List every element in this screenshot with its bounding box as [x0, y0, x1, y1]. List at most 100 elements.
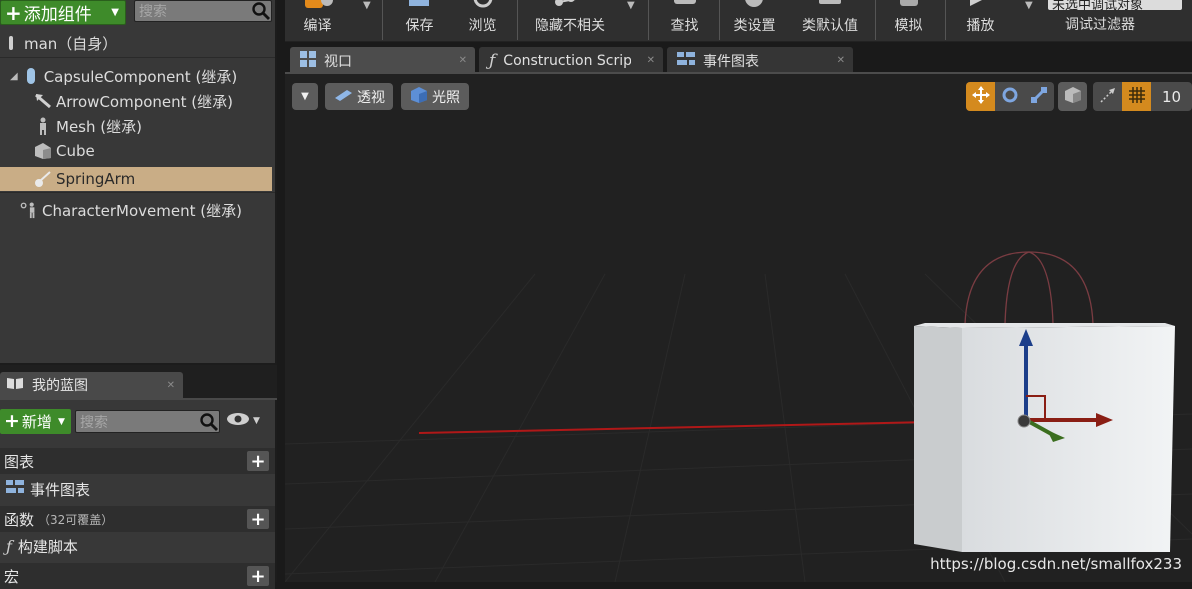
- close-icon[interactable]: ✕: [167, 380, 175, 391]
- tree-item-label: CapsuleComponent (继承): [43, 67, 238, 86]
- close-icon[interactable]: ✕: [647, 55, 655, 66]
- arrow-component-icon: [34, 92, 52, 110]
- list-item-event-graph[interactable]: 事件图表: [0, 476, 275, 502]
- add-component-button[interactable]: + 添加组件 ▼: [0, 0, 126, 25]
- add-graph-button[interactable]: +: [247, 451, 269, 472]
- surface-snap-button[interactable]: [1093, 82, 1122, 111]
- save-button[interactable]: 保存: [397, 0, 442, 40]
- tab-my-blueprint[interactable]: 我的蓝图 ✕: [0, 372, 183, 398]
- perspective-button[interactable]: 透视: [325, 83, 393, 110]
- compile-button[interactable]: 编译: [295, 0, 340, 40]
- play-button[interactable]: 播放: [958, 0, 1003, 40]
- world-cube-icon: [1064, 86, 1082, 108]
- hide-unrelated-icon: [553, 0, 583, 10]
- movement-component-icon: [20, 201, 38, 219]
- toolbar: 编译 ▼ 保存 浏览 隐藏不相关 ▼ 查找 类设置 类默认值 模拟 播放 ▼ 未…: [285, 0, 1192, 42]
- grid-snap-value[interactable]: 10: [1151, 82, 1192, 111]
- browse-icon: [468, 0, 498, 10]
- chevron-down-icon[interactable]: ▼: [1025, 0, 1033, 11]
- section-graphs[interactable]: 图表 +: [0, 448, 275, 474]
- tree-item-springarm[interactable]: SpringArm: [0, 167, 272, 191]
- chevron-down-icon[interactable]: ▼: [363, 0, 371, 11]
- viewport-icon: [300, 50, 316, 71]
- scale-icon: [1030, 86, 1048, 108]
- search-placeholder: 搜索: [139, 4, 167, 20]
- function-icon: ƒ: [6, 536, 12, 556]
- class-defaults-icon: [815, 0, 845, 10]
- section-label: 图表: [4, 452, 35, 471]
- tree-item-label: SpringArm: [56, 170, 136, 188]
- simulate-label: 模拟: [894, 18, 923, 34]
- surface-snap-icon: [1099, 86, 1117, 108]
- list-item-construction-script[interactable]: ƒ 构建脚本: [0, 533, 275, 559]
- spring-arm-icon: [34, 170, 52, 188]
- lighting-button[interactable]: 光照: [401, 83, 469, 110]
- static-mesh-icon: [34, 142, 52, 160]
- event-graph-icon: [677, 51, 695, 70]
- tree-item-label: ArrowComponent (继承): [56, 92, 234, 111]
- find-button[interactable]: 查找: [662, 0, 707, 40]
- tree-item-character-movement[interactable]: CharacterMovement (继承): [0, 198, 272, 222]
- tab-viewport[interactable]: 视口 ✕: [290, 47, 475, 74]
- browse-button[interactable]: 浏览: [460, 0, 505, 40]
- simulate-button[interactable]: 模拟: [886, 0, 931, 40]
- tree-root-self[interactable]: man（自身）: [0, 31, 272, 55]
- tab-event-graph[interactable]: 事件图表 ✕: [667, 47, 853, 74]
- play-icon: [966, 0, 996, 10]
- tree-item-capsule[interactable]: ◢ CapsuleComponent (继承): [0, 64, 272, 88]
- function-icon: ƒ: [489, 50, 496, 71]
- tab-label: Construction Scrip: [503, 52, 632, 69]
- tree-item-arrow[interactable]: ArrowComponent (继承): [0, 89, 272, 113]
- class-settings-label: 类设置: [733, 18, 776, 34]
- close-icon[interactable]: ✕: [837, 55, 845, 66]
- tab-label: 事件图表: [703, 53, 759, 70]
- override-count: （32可覆盖）: [38, 512, 114, 527]
- watermark-text: https://blog.csdn.net/smallfox233: [930, 555, 1182, 573]
- debug-object-value: 未选中调试对象: [1052, 0, 1144, 13]
- tree-item-mesh[interactable]: Mesh (继承): [0, 114, 272, 138]
- event-graph-icon: [6, 480, 24, 498]
- chevron-down-icon[interactable]: ▼: [627, 0, 635, 11]
- tree-item-label: CharacterMovement (继承): [42, 201, 242, 220]
- save-icon: [405, 0, 435, 10]
- blueprint-search-input[interactable]: 搜索: [75, 410, 220, 433]
- view-options-button[interactable]: ▼: [226, 411, 266, 431]
- section-functions[interactable]: 函数 （32可覆盖） +: [0, 506, 275, 532]
- search-placeholder: 搜索: [80, 414, 108, 431]
- play-label: 播放: [966, 18, 995, 34]
- hide-unrelated-button[interactable]: 隐藏不相关: [525, 0, 615, 40]
- viewport-options-button[interactable]: ▼: [292, 83, 318, 110]
- viewport[interactable]: ▼ 透视 光照 10 https://blog.csdn.net/smallfo…: [285, 74, 1192, 582]
- expand-arrow-icon[interactable]: ◢: [10, 71, 18, 82]
- grid-snap-button[interactable]: [1122, 82, 1151, 111]
- component-search-input[interactable]: 搜索: [134, 0, 272, 22]
- tab-construction-script[interactable]: ƒ Construction Scrip ✕: [479, 47, 663, 74]
- chevron-down-icon: ▼: [253, 416, 260, 426]
- transform-mode-group: [966, 82, 1054, 111]
- simulate-icon: [894, 0, 924, 10]
- lighting-label: 光照: [432, 89, 460, 106]
- close-icon[interactable]: ✕: [459, 55, 467, 66]
- plus-icon: +: [5, 0, 22, 25]
- section-macros[interactable]: 宏 +: [0, 563, 275, 589]
- class-defaults-button[interactable]: 类默认值: [795, 0, 865, 40]
- tree-item-label: Cube: [56, 142, 95, 160]
- eye-icon: [226, 412, 250, 430]
- add-new-button[interactable]: + 新增 ▼: [0, 409, 71, 434]
- chevron-down-icon: ▼: [111, 7, 119, 18]
- debug-object-select[interactable]: 未选中调试对象: [1048, 0, 1182, 13]
- debug-filter-label: 调试过滤器: [1065, 17, 1135, 33]
- scale-mode-button[interactable]: [1024, 82, 1054, 111]
- coordinate-space-button[interactable]: [1058, 82, 1087, 111]
- translate-mode-button[interactable]: [966, 82, 995, 111]
- rotate-mode-button[interactable]: [995, 82, 1024, 111]
- class-settings-button[interactable]: 类设置: [727, 0, 782, 40]
- plus-icon: +: [4, 410, 20, 432]
- cube-mesh[interactable]: [914, 323, 1175, 552]
- add-function-button[interactable]: +: [247, 509, 269, 530]
- list-item-label: 构建脚本: [17, 537, 78, 556]
- viewport-scene: [285, 251, 1192, 582]
- add-macro-button[interactable]: +: [247, 566, 269, 587]
- list-item-label: 事件图表: [30, 480, 91, 499]
- tree-item-cube[interactable]: Cube: [0, 139, 272, 163]
